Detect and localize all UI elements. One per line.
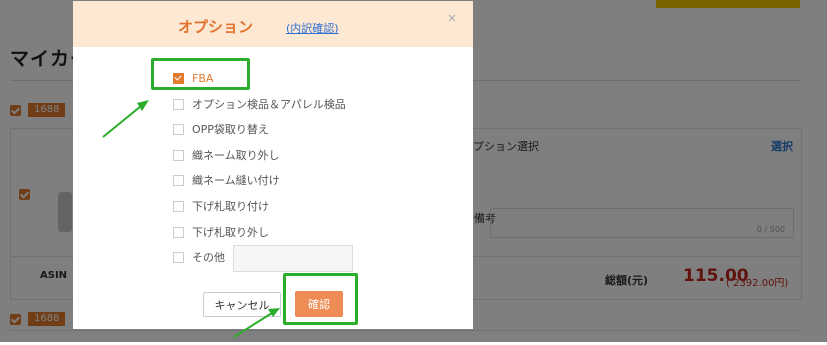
arrow-to-confirm-icon (233, 308, 280, 338)
arrow-to-fba-icon (102, 100, 149, 138)
annotation-arrows (102, 100, 280, 338)
